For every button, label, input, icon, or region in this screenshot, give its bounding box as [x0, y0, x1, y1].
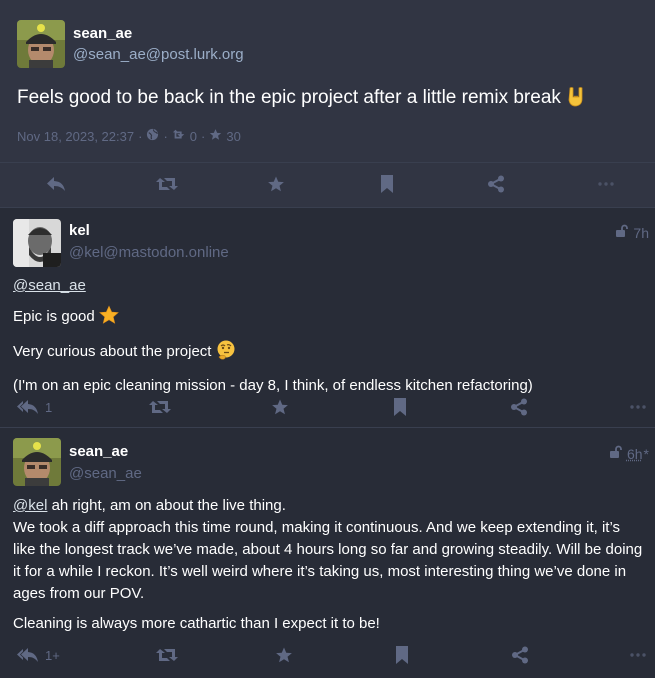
reply-button[interactable]	[46, 172, 66, 196]
status-meta: Nov 18, 2023, 22:37 · · 0 · 30	[17, 128, 241, 144]
rock-hand-emoji-icon	[566, 85, 586, 114]
divider	[0, 162, 655, 163]
time-label: 7h	[633, 224, 649, 241]
favourite-button[interactable]	[275, 643, 293, 667]
display-name[interactable]: sean_ae	[73, 25, 132, 42]
content-line: Cleaning is always more cathartic than I…	[13, 615, 380, 632]
content-line: Epic is good	[13, 308, 95, 325]
boost-button[interactable]	[156, 172, 178, 196]
mention-link[interactable]: @kel	[13, 497, 47, 514]
status-text: Feels good to be back in the epic projec…	[17, 87, 561, 108]
avatar[interactable]	[13, 438, 61, 486]
account-handle[interactable]: @kel@mastodon.online	[69, 244, 229, 261]
boost-button[interactable]	[149, 395, 171, 419]
favourite-count[interactable]: 30	[226, 129, 240, 144]
reply-status-sean-ae: sean_ae @sean_ae 6h * @kel ah right, am …	[0, 428, 655, 678]
avatar[interactable]	[13, 219, 61, 267]
separator: ·	[201, 128, 206, 144]
action-bar: 1+	[0, 643, 655, 667]
share-button[interactable]	[511, 643, 529, 667]
focused-status: sean_ae @sean_ae@post.lurk.org Feels goo…	[0, 0, 655, 208]
favourite-button[interactable]	[267, 172, 285, 196]
avatar[interactable]	[17, 20, 65, 68]
share-button[interactable]	[510, 395, 528, 419]
mention-link[interactable]: @sean_ae	[13, 277, 86, 294]
action-bar	[0, 172, 655, 196]
separator: ·	[163, 128, 168, 144]
display-name[interactable]: kel	[69, 222, 90, 239]
more-button[interactable]	[630, 643, 646, 667]
edited-marker: *	[643, 445, 649, 462]
content-line: (I'm on an epic cleaning mission - day 8…	[13, 377, 533, 394]
time-label: 6h	[626, 445, 643, 462]
reply-count: 1	[45, 399, 53, 415]
share-button[interactable]	[487, 172, 505, 196]
boost-button[interactable]	[156, 643, 178, 667]
display-name[interactable]: sean_ae	[69, 443, 128, 460]
more-button[interactable]	[598, 172, 614, 196]
more-button[interactable]	[630, 395, 646, 419]
bookmark-button[interactable]	[395, 643, 409, 667]
boost-count[interactable]: 0	[190, 129, 197, 144]
reply-status-kel: kel @kel@mastodon.online 7h @sean_ae Epi…	[0, 208, 655, 428]
account-handle[interactable]: @sean_ae	[69, 465, 142, 482]
status-content: Feels good to be back in the epic projec…	[17, 85, 637, 114]
bookmark-button[interactable]	[380, 172, 394, 196]
content-line: We took a diff approach this time round,…	[13, 519, 643, 602]
reply-all-button[interactable]: 1+	[17, 643, 60, 667]
timestamp[interactable]: Nov 18, 2023, 22:37	[17, 129, 134, 144]
reply-count: 1+	[45, 647, 60, 663]
content-line: ah right, am on about the live thing.	[47, 497, 286, 514]
star-icon	[209, 128, 222, 144]
reply-all-button[interactable]: 1	[17, 395, 52, 419]
unlock-icon	[609, 445, 623, 462]
globe-icon	[146, 128, 159, 144]
status-content: @sean_ae Epic is good Very curious about…	[13, 275, 645, 405]
relative-time[interactable]: 7h	[615, 224, 649, 241]
boost-icon	[172, 129, 186, 144]
star-emoji-icon	[99, 305, 119, 332]
content-line: Very curious about the project	[13, 343, 212, 360]
account-handle[interactable]: @sean_ae@post.lurk.org	[73, 46, 244, 63]
status-content: @kel ah right, am on about the live thin…	[13, 495, 645, 643]
unlock-icon	[615, 224, 629, 241]
action-bar: 1	[0, 395, 655, 419]
relative-time[interactable]: 6h *	[609, 445, 649, 462]
separator: ·	[138, 128, 143, 144]
favourite-button[interactable]	[271, 395, 289, 419]
bookmark-button[interactable]	[393, 395, 407, 419]
thinking-face-emoji-icon	[216, 340, 236, 367]
